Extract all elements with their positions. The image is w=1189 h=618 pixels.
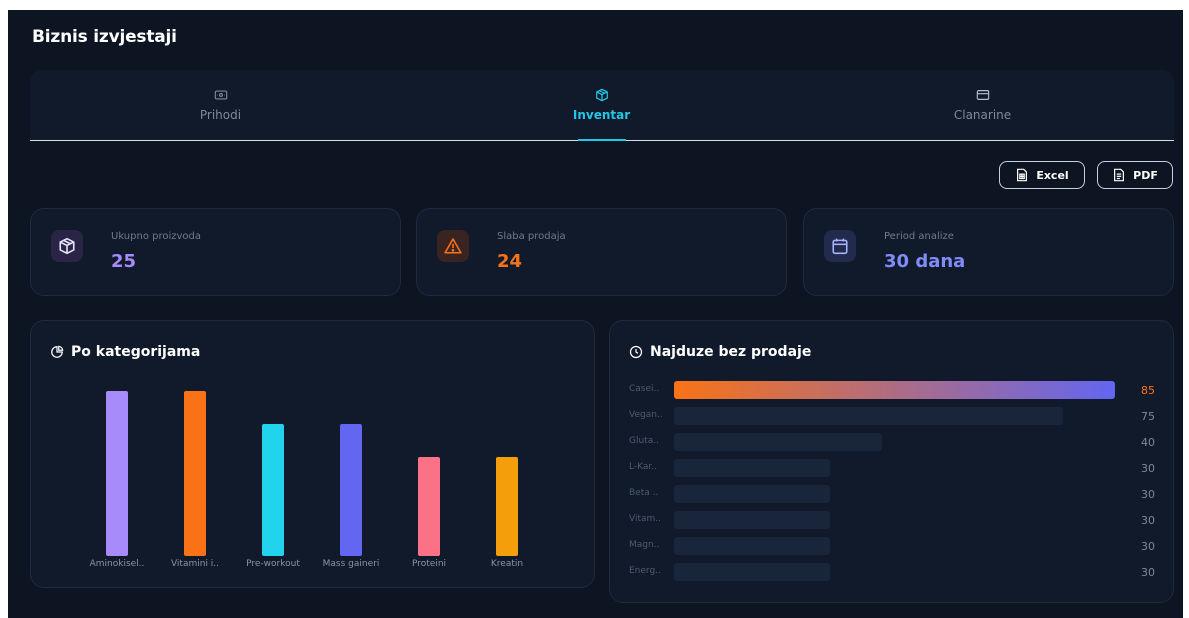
product-bar[interactable] bbox=[674, 563, 830, 581]
pdf-label: PDF bbox=[1133, 168, 1158, 182]
category-bar[interactable] bbox=[106, 391, 128, 556]
stat-label: Slaba prodaja bbox=[497, 231, 566, 242]
product-label: Magn.. bbox=[629, 540, 660, 550]
product-label: L-Kar.. bbox=[629, 462, 657, 472]
product-days-value: 30 bbox=[1141, 566, 1155, 579]
stat-icon-box bbox=[437, 230, 469, 262]
stat-card-total-products: Ukupno proizvoda 25 bbox=[30, 208, 401, 296]
app-window: Biznis izvjestaji Prihodi Inventar Clana… bbox=[8, 10, 1183, 618]
product-label: Beta .. bbox=[629, 488, 659, 498]
export-excel-button[interactable]: Excel bbox=[999, 161, 1085, 189]
category-bar[interactable] bbox=[184, 391, 206, 556]
box-icon bbox=[595, 88, 608, 102]
product-bar[interactable] bbox=[674, 381, 1115, 399]
category-bar[interactable] bbox=[262, 424, 284, 556]
document-icon bbox=[1114, 168, 1125, 182]
spreadsheet-icon bbox=[1017, 168, 1028, 182]
product-bar[interactable] bbox=[674, 537, 830, 555]
export-pdf-button[interactable]: PDF bbox=[1097, 161, 1173, 189]
cash-icon bbox=[214, 90, 227, 100]
category-tick-label: Vitamini i.. bbox=[170, 559, 220, 569]
product-bar[interactable] bbox=[674, 485, 830, 503]
card-icon bbox=[976, 90, 989, 100]
product-bar[interactable] bbox=[674, 433, 882, 451]
product-bar[interactable] bbox=[674, 407, 1064, 425]
stat-value: 30 dana bbox=[884, 251, 966, 272]
clock-icon bbox=[629, 345, 643, 359]
category-bar[interactable] bbox=[496, 457, 518, 556]
category-tick-label: Kreatin bbox=[490, 559, 524, 569]
panel-title: Po kategorijama bbox=[50, 344, 200, 360]
category-tick-label: Pre-workout bbox=[246, 559, 300, 569]
calendar-icon bbox=[832, 238, 848, 255]
stat-label: Period analize bbox=[884, 231, 954, 242]
stat-card-analysis-period: Period analize 30 dana bbox=[803, 208, 1174, 296]
tab-label: Clanarine bbox=[953, 108, 1012, 122]
report-tabs: Prihodi Inventar Clanarine bbox=[30, 70, 1174, 141]
stat-icon-box bbox=[51, 230, 83, 262]
product-days-value: 40 bbox=[1141, 436, 1155, 449]
product-label: Vitam.. bbox=[629, 514, 661, 524]
panel-title: Najduze bez prodaje bbox=[629, 344, 811, 360]
product-days-value: 30 bbox=[1141, 462, 1155, 475]
stat-icon-box bbox=[824, 230, 856, 262]
tab-label: Inventar bbox=[572, 108, 631, 122]
excel-label: Excel bbox=[1036, 168, 1069, 182]
product-days-value: 30 bbox=[1141, 488, 1155, 501]
page-title: Biznis izvjestaji bbox=[32, 27, 177, 47]
product-label: Casei.. bbox=[629, 384, 660, 394]
tab-label: Prihodi bbox=[199, 108, 242, 122]
product-label: Vegan.. bbox=[629, 410, 663, 420]
stale-panel-title: Najduze bez prodaje bbox=[650, 344, 812, 360]
product-days-value: 30 bbox=[1141, 540, 1155, 553]
product-days-value: 85 bbox=[1141, 384, 1155, 397]
stale-products-panel: Najduze bez prodaje Casei.. 85 Vegan.. 75 Gl… bbox=[609, 320, 1174, 603]
product-label: Gluta.. bbox=[629, 436, 659, 446]
tab-clanarine[interactable]: Clanarine bbox=[792, 70, 1173, 140]
tab-inventar[interactable]: Inventar bbox=[411, 70, 792, 141]
tab-prihodi[interactable]: Prihodi bbox=[30, 70, 411, 140]
product-days-value: 75 bbox=[1141, 410, 1155, 423]
product-label: Energ.. bbox=[629, 566, 661, 576]
stat-label: Ukupno proizvoda bbox=[111, 231, 202, 242]
box-icon bbox=[59, 237, 75, 255]
stat-card-low-sales: Slaba prodaja 24 bbox=[416, 208, 787, 296]
category-chart-panel: Po kategorijama Aminokisel.. Vitamini i..… bbox=[30, 320, 595, 588]
category-panel-title: Po kategorijama bbox=[71, 344, 201, 360]
product-bar[interactable] bbox=[674, 511, 830, 529]
pie-chart-icon bbox=[51, 345, 64, 358]
product-bar[interactable] bbox=[674, 459, 830, 477]
stat-value: 25 bbox=[111, 251, 137, 272]
category-tick-label: Aminokisel.. bbox=[89, 559, 145, 569]
product-days-value: 30 bbox=[1141, 514, 1155, 527]
category-bar[interactable] bbox=[340, 424, 362, 556]
category-bar[interactable] bbox=[418, 457, 440, 556]
category-tick-label: Mass gaineri bbox=[322, 559, 380, 569]
stat-value: 24 bbox=[497, 251, 523, 272]
warning-icon bbox=[444, 238, 462, 254]
category-tick-label: Proteini bbox=[411, 559, 447, 569]
